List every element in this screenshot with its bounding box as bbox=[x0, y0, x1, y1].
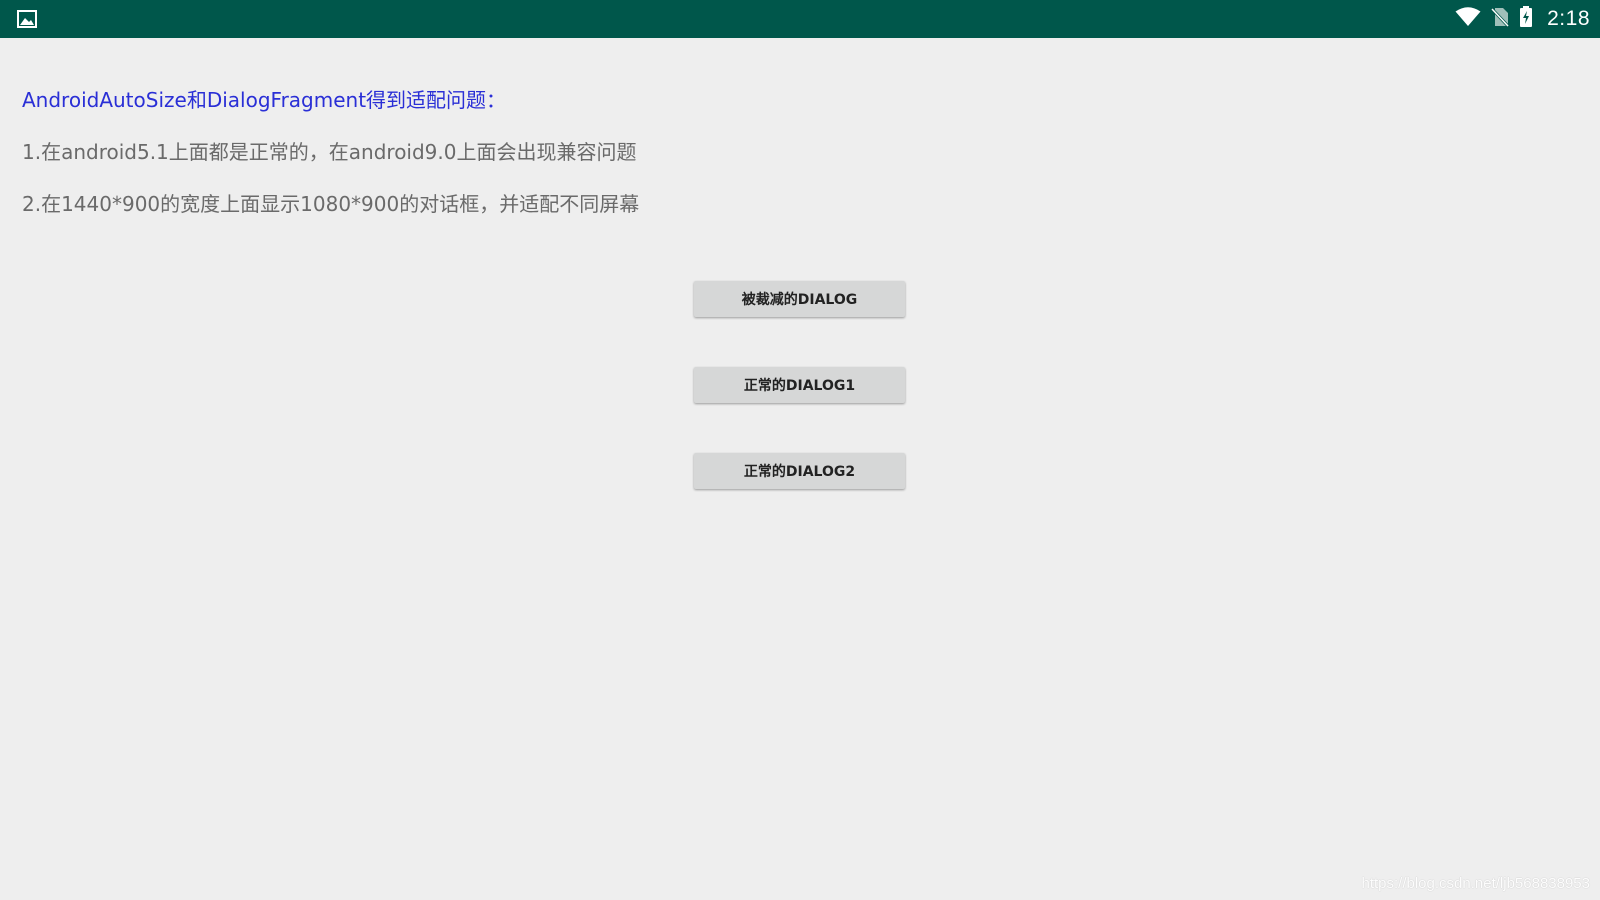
status-bar: 2:18 bbox=[0, 0, 1600, 38]
no-sim-icon bbox=[1491, 7, 1510, 31]
status-time: 2:18 bbox=[1547, 7, 1590, 30]
clipped-dialog-button[interactable]: 被裁减的DIALOG bbox=[694, 281, 905, 317]
wifi-icon bbox=[1455, 7, 1481, 31]
battery-charging-icon bbox=[1519, 6, 1533, 32]
normal-dialog2-button[interactable]: 正常的DIALOG2 bbox=[694, 453, 905, 489]
page-title: AndroidAutoSize和DialogFragment得到适配问题： bbox=[22, 88, 507, 112]
description-line-1: 1.在android5.1上面都是正常的，在android9.0上面会出现兼容问… bbox=[22, 140, 637, 164]
image-icon bbox=[17, 10, 37, 28]
watermark: https://blog.csdn.net/ljb568838953 bbox=[1361, 875, 1590, 892]
status-icons: 2:18 bbox=[1455, 0, 1590, 38]
description-line-2: 2.在1440*900的宽度上面显示1080*900的对话框，并适配不同屏幕 bbox=[22, 192, 640, 216]
normal-dialog1-button[interactable]: 正常的DIALOG1 bbox=[694, 367, 905, 403]
